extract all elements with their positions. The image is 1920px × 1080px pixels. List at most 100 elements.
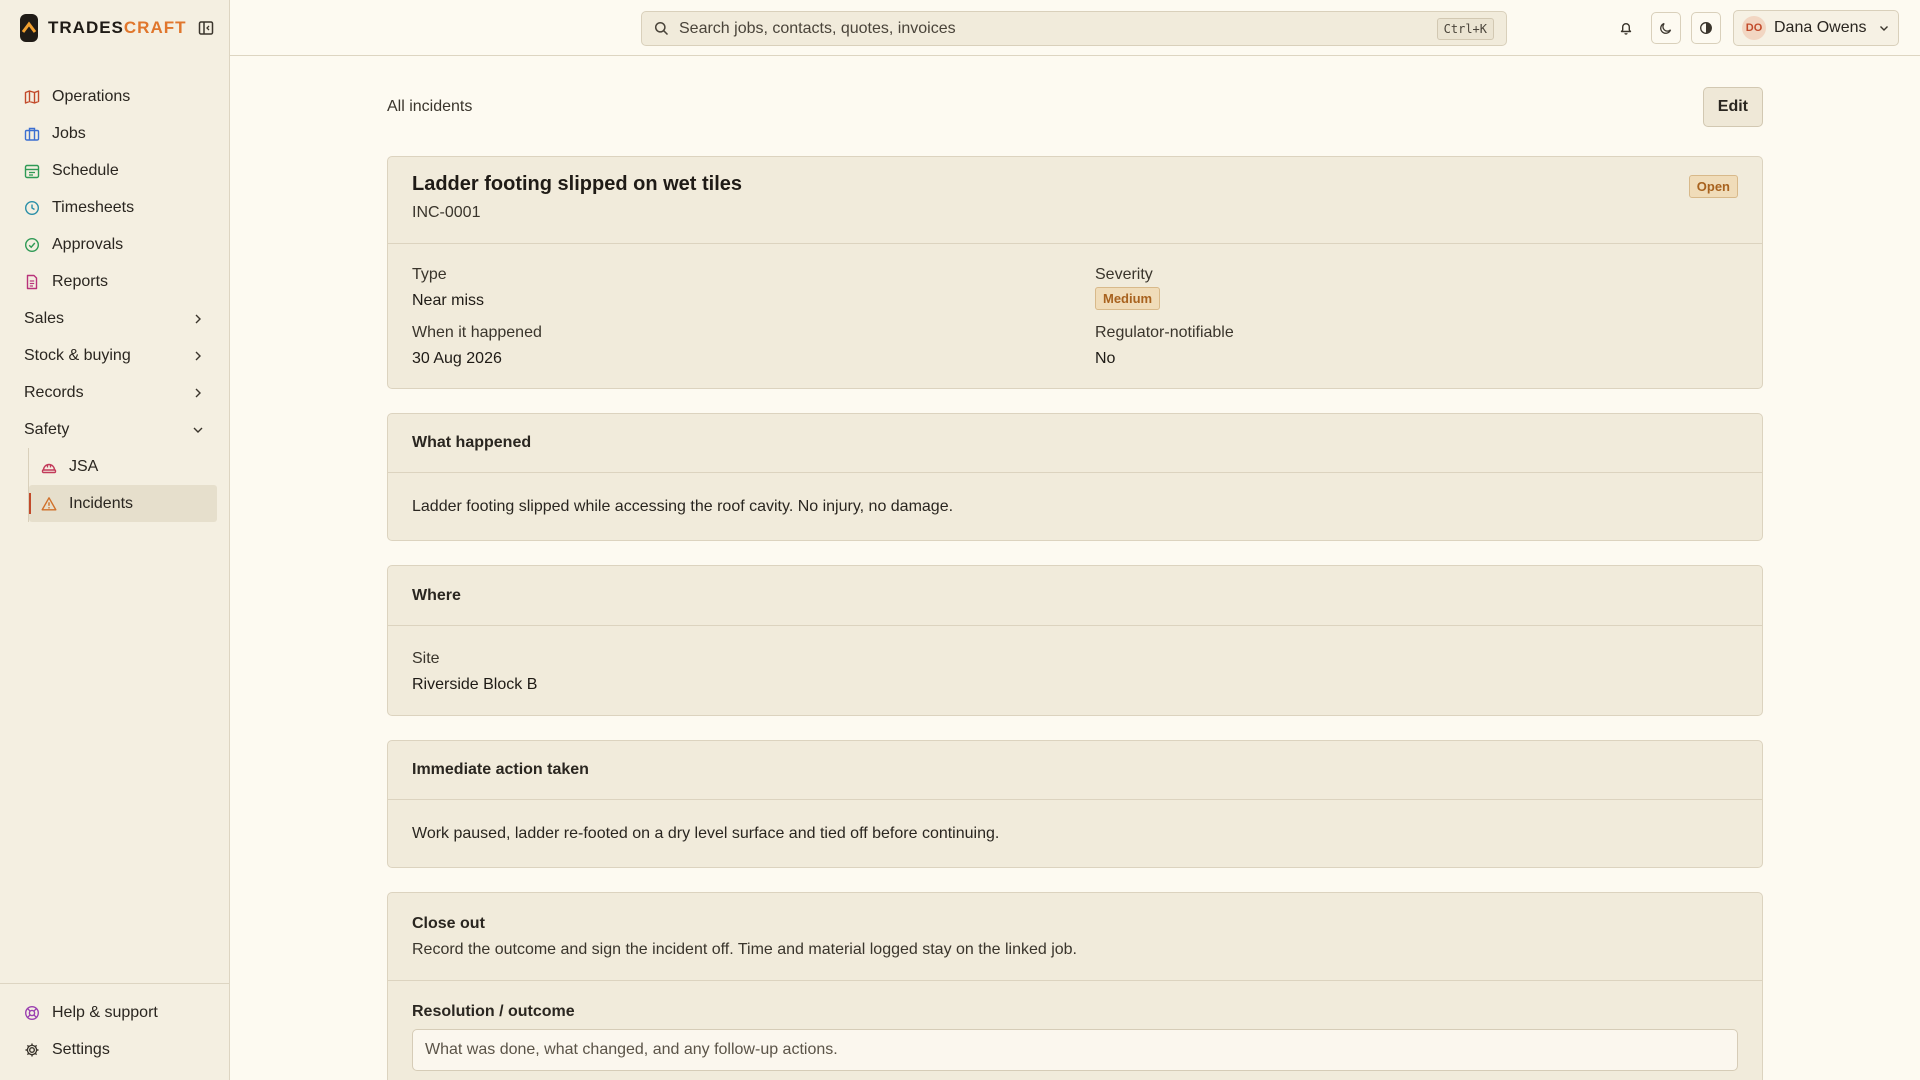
sidebar-item-jobs[interactable]: Jobs [0, 115, 229, 152]
card-title: Close out [412, 914, 485, 932]
contrast-icon [1699, 21, 1713, 35]
sidebar-item-label: Reports [52, 272, 109, 290]
card-body: Ladder footing slipped while accessing t… [388, 473, 1762, 540]
sidebar-item-label: Approvals [52, 235, 124, 253]
sidebar-bottom: Help & support Settings [0, 983, 229, 1080]
sidebar-item-label: Schedule [52, 161, 119, 179]
document-icon [24, 274, 40, 290]
edit-button[interactable]: Edit [1702, 87, 1763, 127]
sidebar-item-timesheets[interactable]: Timesheets [0, 189, 229, 226]
severity-badge: Medium [1095, 287, 1161, 310]
sidebar-group-safety[interactable]: Safety [0, 411, 229, 448]
sidebar-group-label: Safety [24, 420, 70, 438]
search-input[interactable] [679, 19, 1437, 38]
moon-icon [1659, 21, 1673, 35]
close-out-description: Record the outcome and sign the incident… [412, 940, 1077, 958]
sidebar-item-label: Incidents [69, 494, 134, 512]
gear-icon [24, 1042, 40, 1058]
sidebar-item-operations[interactable]: Operations [0, 78, 229, 115]
card-body: Site Riverside Block B [388, 626, 1762, 715]
sidebar-item-approvals[interactable]: Approvals [0, 226, 229, 263]
chevron-right-icon [191, 349, 205, 363]
close-out-card: Close out Record the outcome and sign th… [387, 892, 1763, 1080]
card-body: Work paused, ladder re-footed on a dry l… [388, 800, 1762, 867]
card-title: Immediate action taken [412, 761, 589, 778]
sidebar-group-stock[interactable]: Stock & buying [0, 337, 229, 374]
notifications-button[interactable] [1611, 12, 1641, 44]
sidebar-item-jsa[interactable]: JSA [29, 448, 217, 485]
sidebar: TRADESCRAFT Operations Jobs Schedule Tim… [0, 0, 230, 1080]
immediate-action-text: Work paused, ladder re-footed on a dry l… [412, 824, 1000, 842]
calendar-icon [24, 163, 40, 179]
sidebar-item-label: Timesheets [52, 198, 135, 216]
logo[interactable] [20, 14, 38, 42]
briefcase-icon [24, 126, 40, 142]
resolution-input[interactable] [412, 1029, 1738, 1071]
sidebar-nav: Operations Jobs Schedule Timesheets Appr… [0, 56, 229, 522]
theme-toggle-button[interactable] [1651, 12, 1681, 44]
sidebar-item-label: Settings [52, 1040, 110, 1058]
sidebar-group-label: Records [24, 383, 84, 401]
map-icon [24, 89, 40, 105]
severity-field: Severity Medium [1095, 266, 1738, 310]
search-icon [654, 21, 669, 36]
site-value: Riverside Block B [412, 676, 538, 693]
main-content: All incidents Edit Ladder footing slippe… [387, 56, 1763, 1080]
hard-hat-icon [41, 459, 57, 475]
sidebar-collapse-icon[interactable] [197, 19, 215, 37]
breadcrumb[interactable]: All incidents [387, 98, 472, 116]
what-happened-text: Ladder footing slipped while accessing t… [412, 497, 954, 515]
clock-icon [24, 200, 40, 216]
field-label: Type [412, 266, 447, 283]
field-label: Site [412, 650, 440, 667]
field-value: No [1095, 350, 1116, 367]
incident-details: Type Near miss Severity Medium When it h… [388, 244, 1762, 388]
card-title: What happened [412, 434, 532, 451]
sidebar-item-label: Help & support [52, 1003, 158, 1021]
sidebar-item-label: Operations [52, 87, 131, 105]
sidebar-group-label: Sales [24, 309, 65, 327]
field-value: 30 Aug 2026 [412, 350, 502, 367]
sidebar-group-label: Stock & buying [24, 346, 131, 364]
page-title: Ladder footing slipped on wet tiles [412, 173, 743, 195]
lifebuoy-icon [24, 1005, 40, 1021]
bell-icon [1618, 20, 1634, 36]
where-card: Where Site Riverside Block B [387, 565, 1763, 716]
sidebar-item-incidents[interactable]: Incidents [29, 485, 217, 522]
search-shortcut: Ctrl+K [1436, 17, 1494, 40]
sidebar-item-schedule[interactable]: Schedule [0, 152, 229, 189]
brand: TRADESCRAFT [0, 0, 229, 56]
resolution-field: Resolution / outcome [388, 981, 1762, 1080]
what-happened-card: What happened Ladder footing slipped whi… [387, 413, 1763, 541]
notifiable-field: Regulator-notifiable No [1095, 324, 1738, 368]
avatar: DO [1742, 16, 1766, 40]
type-field: Type Near miss [412, 266, 1095, 310]
card-header: Where [388, 566, 1762, 626]
chevron-down-icon [1878, 22, 1890, 34]
sidebar-group-sales[interactable]: Sales [0, 300, 229, 337]
check-circle-icon [24, 237, 40, 253]
warning-triangle-icon [41, 496, 57, 512]
sidebar-item-settings[interactable]: Settings [0, 1031, 229, 1068]
user-name: Dana Owens [1774, 19, 1867, 36]
sidebar-group-records[interactable]: Records [0, 374, 229, 411]
status-badge: Open [1688, 175, 1738, 198]
sidebar-item-label: Jobs [52, 124, 86, 142]
page-header: All incidents Edit [387, 56, 1763, 156]
sidebar-item-reports[interactable]: Reports [0, 263, 229, 300]
card-header: Immediate action taken [388, 741, 1762, 800]
incident-summary-card: Ladder footing slipped on wet tiles INC-… [387, 156, 1763, 389]
chevron-right-icon [191, 386, 205, 400]
card-header: Close out Record the outcome and sign th… [388, 893, 1762, 981]
chevron-down-icon [191, 423, 205, 437]
sidebar-item-label: JSA [69, 457, 99, 475]
field-label: When it happened [412, 324, 542, 341]
chevron-right-icon [191, 312, 205, 326]
sidebar-item-help[interactable]: Help & support [0, 994, 229, 1031]
search-bar[interactable]: Ctrl+K [641, 11, 1507, 46]
card-header: What happened [388, 414, 1762, 473]
field-label: Regulator-notifiable [1095, 324, 1234, 341]
incident-id: INC-0001 [412, 204, 481, 221]
contrast-toggle-button[interactable] [1691, 12, 1721, 44]
user-menu[interactable]: DO Dana Owens [1733, 10, 1899, 46]
